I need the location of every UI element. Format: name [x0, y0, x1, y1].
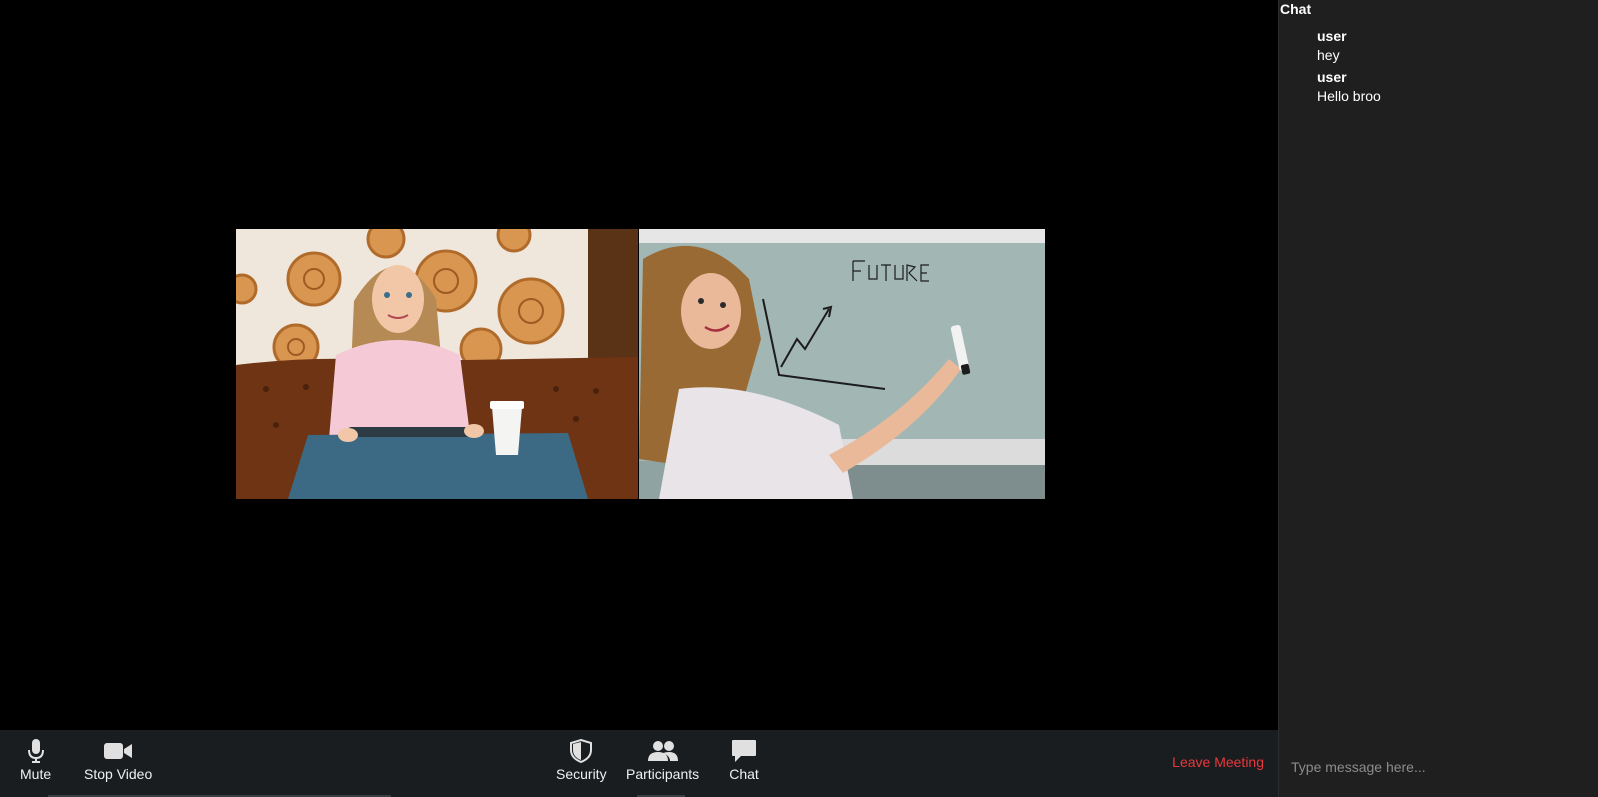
participant-video-2	[639, 229, 1045, 499]
chat-title: Chat	[1280, 1, 1312, 17]
chat-input-area	[1279, 737, 1598, 797]
chat-message-text: hey	[1317, 47, 1340, 63]
meeting-window: Mute Stop Video Security Participants Ch…	[0, 0, 1598, 797]
chat-message-sender: user	[1317, 28, 1347, 44]
security-button[interactable]: Security	[556, 738, 607, 782]
stop-video-button[interactable]: Stop Video	[84, 738, 152, 782]
chat-message: user Hello broo	[1317, 68, 1587, 106]
participants-button[interactable]: Participants	[626, 738, 699, 782]
participants-label: Participants	[626, 766, 700, 782]
participant-video-1-frame	[236, 229, 638, 499]
participant-video-2-frame	[639, 229, 1045, 499]
stop-video-label: Stop Video	[84, 766, 153, 782]
chat-message-input[interactable]	[1291, 753, 1586, 781]
video-stage	[0, 0, 1278, 730]
leave-meeting-button[interactable]: Leave Meeting	[1172, 754, 1264, 770]
chat-message: user hey	[1317, 27, 1587, 65]
chat-message-text: Hello broo	[1317, 88, 1381, 104]
mute-label: Mute	[20, 766, 52, 782]
video-camera-icon	[103, 738, 133, 764]
chat-panel: Chat user hey user Hello broo	[1278, 0, 1598, 797]
chat-bubble-icon	[729, 738, 759, 764]
participant-video-1	[236, 229, 638, 499]
chat-label: Chat	[729, 766, 759, 782]
microphone-icon	[21, 738, 51, 764]
security-label: Security	[556, 766, 607, 782]
chat-message-list: user hey user Hello broo	[1317, 27, 1587, 109]
chat-button[interactable]: Chat	[729, 738, 759, 782]
mute-button[interactable]: Mute	[20, 738, 51, 782]
shield-icon	[566, 738, 596, 764]
chat-message-sender: user	[1317, 69, 1347, 85]
meeting-toolbar: Mute Stop Video Security Participants Ch…	[0, 730, 1278, 797]
participants-icon	[647, 738, 678, 764]
